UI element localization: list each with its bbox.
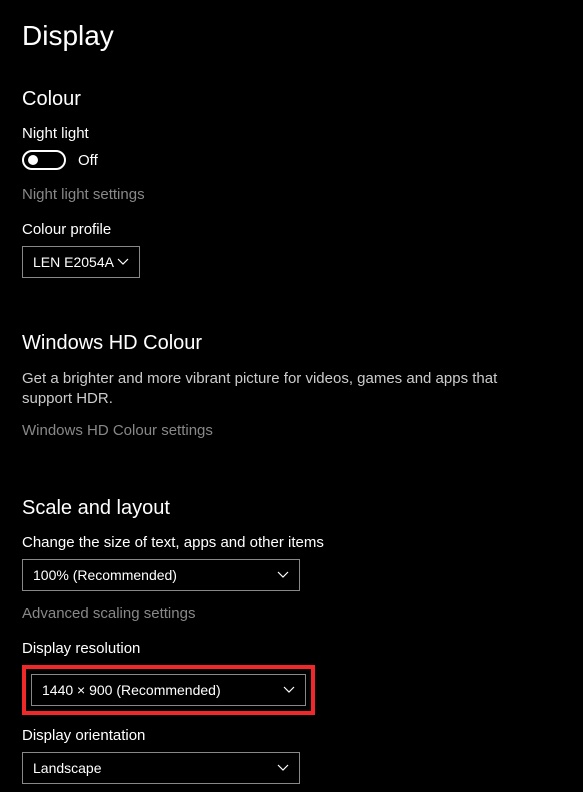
resolution-dropdown[interactable]: 1440 × 900 (Recommended) xyxy=(31,674,306,706)
section-colour-heading: Colour xyxy=(22,88,561,111)
scale-dropdown[interactable]: 100% (Recommended) xyxy=(22,559,300,591)
resolution-highlight: 1440 × 900 (Recommended) xyxy=(22,665,315,715)
section-hdcolour-heading: Windows HD Colour xyxy=(22,332,561,355)
colour-profile-dropdown[interactable]: LEN E2054A xyxy=(22,246,140,278)
night-light-state: Off xyxy=(78,152,98,169)
orientation-value: Landscape xyxy=(33,760,102,776)
toggle-knob xyxy=(28,155,38,165)
resolution-value: 1440 × 900 (Recommended) xyxy=(42,682,221,698)
orientation-label: Display orientation xyxy=(22,727,561,744)
chevron-down-icon xyxy=(277,571,289,579)
section-scale-heading: Scale and layout xyxy=(22,497,561,520)
chevron-down-icon xyxy=(117,258,129,266)
orientation-dropdown[interactable]: Landscape xyxy=(22,752,300,784)
hdcolour-settings-link[interactable]: Windows HD Colour settings xyxy=(22,422,561,439)
page-title: Display xyxy=(22,20,561,52)
colour-profile-label: Colour profile xyxy=(22,221,561,238)
night-light-toggle[interactable] xyxy=(22,150,66,170)
chevron-down-icon xyxy=(277,764,289,772)
night-light-label: Night light xyxy=(22,125,561,142)
chevron-down-icon xyxy=(283,686,295,694)
resolution-label: Display resolution xyxy=(22,640,561,657)
scale-value: 100% (Recommended) xyxy=(33,567,177,583)
colour-profile-value: LEN E2054A xyxy=(33,254,114,270)
hdcolour-description: Get a brighter and more vibrant picture … xyxy=(22,369,502,410)
night-light-settings-link[interactable]: Night light settings xyxy=(22,186,561,203)
scale-label: Change the size of text, apps and other … xyxy=(22,534,561,551)
advanced-scaling-link[interactable]: Advanced scaling settings xyxy=(22,605,561,622)
